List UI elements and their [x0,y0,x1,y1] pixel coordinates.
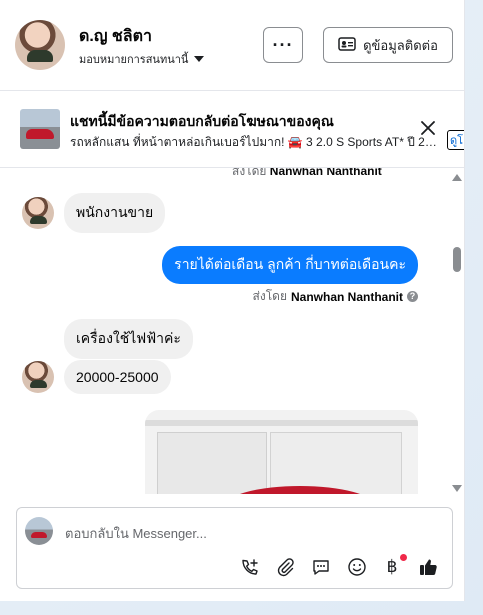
message-thread: ส่งโดย Nanwhan Nanthanit พนักงานขาย รายไ… [0,168,448,494]
contact-avatar-small[interactable] [22,361,54,393]
incoming-message-bubble[interactable]: เครื่องใช้ไฟฟ้าค่ะ [64,319,193,359]
scrollbar-thumb[interactable] [453,247,461,272]
incoming-message-row: เครื่องใช้ไฟฟ้าค่ะ [64,319,193,359]
contact-info-label: ดูข้อมูลติดต่อ [363,37,438,53]
sent-by-prefix: ส่งโดย [232,168,267,178]
sent-by-name: Nanwhan Nanthanit [290,289,403,304]
call-add-icon[interactable] [239,556,261,578]
image-attachment[interactable] [145,410,418,494]
help-icon[interactable]: ? [407,291,418,302]
partial-sent-by-label: ส่งโดย Nanwhan Nanthanit [232,168,382,181]
contact-avatar[interactable] [15,20,65,70]
payment-icon[interactable]: ฿ [381,554,407,578]
scroll-up-arrow-icon[interactable] [452,174,462,181]
conversation-panel: ด.ญ ชลิตา มอบหมายการสนทนานี้ ··· ดูข้อมู… [0,0,465,601]
view-contact-info-button[interactable]: ดูข้อมูลติดต่อ [323,27,453,63]
reply-input[interactable]: ตอบกลับใน Messenger... [65,523,207,544]
ad-banner-description: รถหลักแสน ที่หน้าตาหล่อเกินเบอร์ไปมาก! 🚘… [70,135,442,149]
contact-card-icon [338,36,356,54]
incoming-message-row: พนักงานขาย [22,193,166,233]
assign-label: มอบหมายการสนทนานี้ [79,54,189,66]
scroll-down-arrow-icon[interactable] [452,485,462,492]
message-composer: ตอบกลับใน Messenger... ฿ [16,507,453,589]
notification-dot [400,554,407,561]
contact-name[interactable]: ด.ญ ชลิตา [79,24,152,49]
view-ad-link[interactable]: ดูโ [447,130,464,150]
incoming-message-bubble[interactable]: พนักงานขาย [64,193,166,233]
assign-conversation-dropdown[interactable]: มอบหมายการสนทนานี้ [79,50,205,68]
outgoing-message-bubble[interactable]: รายได้ต่อเดือน ลูกค้า กี่บาทต่อเดือนคะ [162,246,418,284]
sent-by-prefix: ส่งโดย [252,289,287,303]
close-icon[interactable] [418,118,438,138]
sent-by-name: Nanwhan Nanthanit [269,168,382,178]
ad-banner-title: แชทนี้มีข้อความตอบกลับต่อโฆษณาของคุณ [70,113,334,129]
incoming-message-bubble[interactable]: 20000-25000 [64,360,171,394]
more-options-button[interactable]: ··· [263,27,303,63]
like-icon[interactable] [417,556,439,578]
sent-by-label: ส่งโดย Nanwhan Nanthanit ? [253,287,418,306]
ad-reply-banner: แชทนี้มีข้อความตอบกลับต่อโฆษณาของคุณ รถห… [0,91,464,168]
saved-reply-icon[interactable] [310,556,332,578]
attachment-icon[interactable] [274,556,296,578]
baht-symbol: ฿ [386,557,398,576]
incoming-message-row: 20000-25000 [22,360,171,394]
caret-down-icon [194,56,205,62]
ad-thumbnail[interactable] [20,109,60,149]
emoji-icon[interactable] [346,556,368,578]
contact-avatar-small[interactable] [22,197,54,229]
page-avatar [25,517,53,545]
conversation-header: ด.ญ ชลิตา มอบหมายการสนทนานี้ ··· ดูข้อมู… [0,0,464,91]
